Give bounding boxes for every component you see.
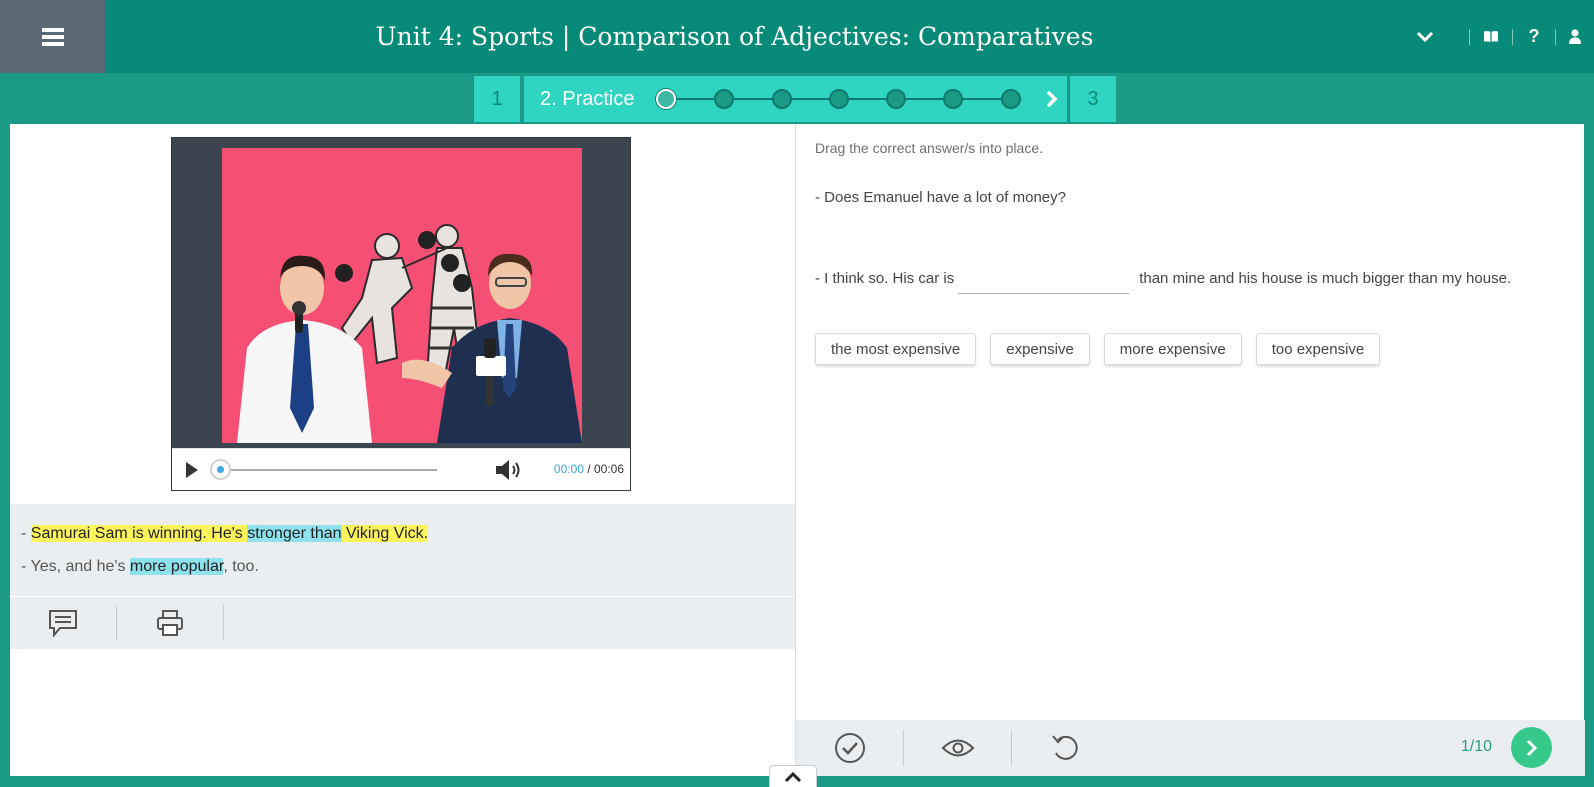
progress-dot[interactable] bbox=[656, 89, 676, 109]
option-more-expensive[interactable]: more expensive bbox=[1103, 333, 1242, 365]
volume-icon[interactable] bbox=[494, 459, 524, 486]
line-text: Yes, and he's bbox=[30, 558, 130, 575]
progress-dot[interactable] bbox=[886, 89, 906, 109]
top-bar: Unit 4: Sports | Comparison of Adjective… bbox=[0, 0, 1594, 73]
option-the-most-expensive[interactable]: the most expensive bbox=[815, 333, 977, 365]
question-text: - Does Emanuel have a lot of money? bbox=[815, 189, 1066, 206]
next-button[interactable] bbox=[1511, 727, 1552, 768]
video-poster bbox=[222, 148, 582, 443]
reset-icon[interactable] bbox=[1012, 720, 1119, 776]
step-2-practice: 2. Practice bbox=[524, 76, 1067, 122]
page-title: Unit 4: Sports | Comparison of Adjective… bbox=[375, 22, 1094, 51]
step-label: 2. Practice bbox=[540, 88, 635, 110]
video-time: 00:00 / 00:06 bbox=[554, 462, 624, 476]
comment-icon[interactable] bbox=[10, 597, 116, 649]
progress-dot[interactable] bbox=[829, 89, 849, 109]
exercise-toolbar: 1/10 bbox=[796, 720, 1585, 776]
media-panel: 00:00 / 00:06 - Samurai Sam is winning. … bbox=[10, 124, 795, 776]
play-icon[interactable] bbox=[186, 462, 198, 478]
option-expensive[interactable]: expensive bbox=[990, 333, 1090, 365]
option-too-expensive[interactable]: too expensive bbox=[1255, 333, 1381, 365]
step-1-button[interactable]: 1 bbox=[474, 76, 520, 122]
progress-dot[interactable] bbox=[772, 89, 792, 109]
eye-icon[interactable] bbox=[904, 720, 1011, 776]
exercise-panel: Drag the correct answer/s into place. - … bbox=[795, 124, 1585, 776]
step-3-button[interactable]: 3 bbox=[1070, 76, 1116, 122]
total-time: 00:06 bbox=[593, 462, 624, 476]
line-dash: - bbox=[21, 525, 31, 542]
divider bbox=[223, 605, 224, 641]
progress-dot[interactable] bbox=[714, 89, 734, 109]
transcript: - Samurai Sam is winning. He's stronger … bbox=[10, 504, 795, 596]
help-icon[interactable]: ? bbox=[1513, 26, 1555, 47]
seek-bar[interactable] bbox=[222, 469, 437, 471]
answer-after: than mine and his house is much bigger t… bbox=[1139, 269, 1512, 287]
video-player[interactable]: 00:00 / 00:06 bbox=[171, 137, 631, 491]
chevron-up-icon bbox=[784, 771, 802, 782]
drop-zone[interactable] bbox=[958, 262, 1130, 294]
header-actions: ? bbox=[1405, 0, 1594, 73]
collapse-toggle[interactable] bbox=[769, 765, 817, 787]
book-icon[interactable] bbox=[1470, 30, 1512, 43]
page-counter: 1/10 bbox=[1460, 738, 1492, 755]
step-navigation: 1 2. Practice 3 bbox=[0, 73, 1594, 124]
answer-before: - I think so. His car is bbox=[815, 269, 955, 287]
chevron-down-icon[interactable] bbox=[1405, 31, 1445, 43]
chevron-right-icon bbox=[1526, 739, 1537, 756]
highlight-keyword: more popular bbox=[129, 558, 224, 575]
time-separator: / bbox=[583, 462, 594, 476]
answer-sentence: - I think so. His car is than mine and h… bbox=[815, 262, 1511, 294]
chevron-right-icon[interactable] bbox=[1041, 76, 1063, 122]
menu-button[interactable] bbox=[0, 0, 105, 73]
current-time: 00:00 bbox=[553, 462, 584, 476]
media-toolbar bbox=[10, 597, 795, 649]
transcript-line: - Samurai Sam is winning. He's stronger … bbox=[21, 522, 784, 546]
user-icon[interactable] bbox=[1556, 29, 1594, 44]
print-icon[interactable] bbox=[117, 597, 223, 649]
highlight-text: Viking Vick. bbox=[341, 525, 429, 542]
highlight-keyword: stronger than bbox=[247, 525, 342, 542]
line-text: , too. bbox=[223, 558, 259, 575]
video-controls: 00:00 / 00:06 bbox=[172, 448, 630, 490]
transcript-line: - Yes, and he's more popular, too. bbox=[21, 555, 784, 579]
seek-handle[interactable] bbox=[210, 459, 231, 480]
progress-dot[interactable] bbox=[943, 89, 963, 109]
answer-options: the most expensive expensive more expens… bbox=[815, 333, 1394, 365]
progress-dot[interactable] bbox=[1001, 89, 1021, 109]
menu-icon bbox=[41, 25, 64, 49]
instruction-text: Drag the correct answer/s into place. bbox=[815, 140, 1043, 156]
highlight-text: Samurai Sam is winning. He's bbox=[30, 525, 248, 542]
